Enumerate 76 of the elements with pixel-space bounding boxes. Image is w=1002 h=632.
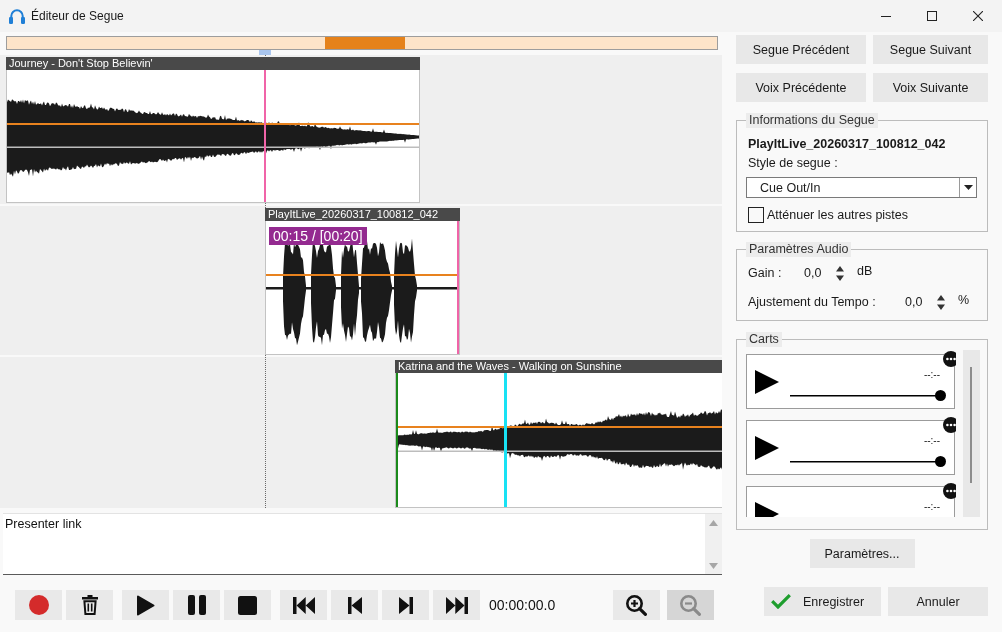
step-back-icon[interactable] xyxy=(347,596,362,614)
slider-thumb[interactable] xyxy=(934,456,946,467)
nav-button[interactable]: Segue Précédent xyxy=(736,35,866,64)
unit-label: dB xyxy=(857,264,873,278)
skip-back-icon[interactable] xyxy=(292,596,315,614)
notes-field[interactable]: Presenter link xyxy=(3,513,705,575)
slider-thumb[interactable] xyxy=(934,390,946,401)
cue-marker-line[interactable] xyxy=(504,373,507,507)
spin-arrows-icon[interactable] xyxy=(937,294,945,310)
spin-arrows-icon[interactable] xyxy=(836,265,844,281)
time-display: 00:00:00.0 xyxy=(489,597,556,613)
record-button[interactable] xyxy=(15,590,62,620)
next-button[interactable] xyxy=(382,590,429,620)
pause-icon[interactable] xyxy=(187,595,206,615)
scrollbar-thumb[interactable] xyxy=(970,367,972,483)
vertical-scrollbar[interactable] xyxy=(963,350,980,517)
skip-to-end-button[interactable] xyxy=(433,590,480,620)
nav-button[interactable]: Voix Suivante xyxy=(873,73,988,102)
skip-to-start-button[interactable] xyxy=(280,590,327,620)
play-icon[interactable] xyxy=(755,436,779,460)
zoom-in-icon[interactable] xyxy=(626,594,647,616)
audio-clip[interactable]: Katrina and the Waves - Walking on Sunshine xyxy=(395,360,722,508)
field-label: Gain : xyxy=(748,266,783,280)
play-icon[interactable] xyxy=(755,370,779,394)
more-options-icon[interactable] xyxy=(943,483,956,499)
trash-icon[interactable] xyxy=(81,595,98,615)
headset-icon xyxy=(9,8,25,24)
more-options-icon[interactable] xyxy=(943,351,956,367)
cart-time: --:-- xyxy=(923,501,940,513)
checkbox[interactable] xyxy=(748,206,764,223)
minimize-icon[interactable] xyxy=(881,15,891,17)
close-icon[interactable] xyxy=(973,11,983,21)
cancel-button[interactable]: Annuler xyxy=(888,587,988,616)
field-label: Style de segue : xyxy=(748,155,839,171)
dropdown-arrow-icon[interactable] xyxy=(963,185,973,190)
number-field[interactable]: 0,0 xyxy=(804,266,836,280)
start-marker-line[interactable] xyxy=(396,373,398,507)
playhead-handle[interactable] xyxy=(259,50,271,55)
pause-button[interactable] xyxy=(173,590,220,620)
audio-clip[interactable]: PlayItLive_20260317_100812_042 00:15 / [00:20] xyxy=(265,208,460,355)
clip-title-bar: Journey - Don't Stop Believin' xyxy=(6,57,420,70)
window-title: Éditeur de Segue xyxy=(31,9,124,23)
stop-button[interactable] xyxy=(224,590,271,620)
group-title: Carts xyxy=(746,332,782,347)
nav-button[interactable]: Voix Précédente xyxy=(736,73,866,102)
save-button[interactable]: Enregistrer xyxy=(764,587,881,616)
audio-clip[interactable]: Journey - Don't Stop Believin' xyxy=(6,57,420,203)
play-button[interactable] xyxy=(122,590,169,620)
previous-button[interactable] xyxy=(331,590,378,620)
checkbox-label[interactable]: Atténuer les autres pistes xyxy=(767,207,909,222)
record-icon[interactable] xyxy=(28,595,49,615)
segue-name: PlayItLive_20260317_100812_042 xyxy=(748,136,947,153)
more-options-icon[interactable] xyxy=(943,417,956,433)
settings-button[interactable]: Paramètres... xyxy=(809,539,915,568)
play-icon[interactable] xyxy=(136,594,155,616)
stop-icon[interactable] xyxy=(238,595,257,615)
cart-time: --:-- xyxy=(923,435,940,447)
maximize-icon[interactable] xyxy=(927,11,937,21)
skip-forward-icon[interactable] xyxy=(445,596,468,614)
unit-label: % xyxy=(958,293,970,307)
number-field[interactable]: 0,0 xyxy=(905,295,937,309)
clip-title-bar: Katrina and the Waves - Walking on Sunshine xyxy=(395,360,722,373)
cue-marker-line[interactable] xyxy=(264,70,266,202)
zoom-in-button[interactable] xyxy=(613,590,660,620)
step-forward-icon[interactable] xyxy=(398,596,413,614)
delete-button[interactable] xyxy=(66,590,113,620)
clip-title-bar: PlayItLive_20260317_100812_042 xyxy=(265,208,460,221)
cart-time: --:-- xyxy=(923,369,940,381)
cue-marker-line[interactable] xyxy=(457,221,459,354)
field-label: Ajustement du Tempo : xyxy=(748,295,877,309)
group-title: Paramètres Audio xyxy=(746,242,852,257)
group-title: Informations du Segue xyxy=(746,113,878,128)
checkmark-icon xyxy=(771,594,791,609)
segue-style-dropdown[interactable]: Cue Out/In xyxy=(746,177,977,198)
time-badge: 00:15 / [00:20] xyxy=(269,227,367,245)
nav-button[interactable]: Segue Suivant xyxy=(873,35,988,64)
